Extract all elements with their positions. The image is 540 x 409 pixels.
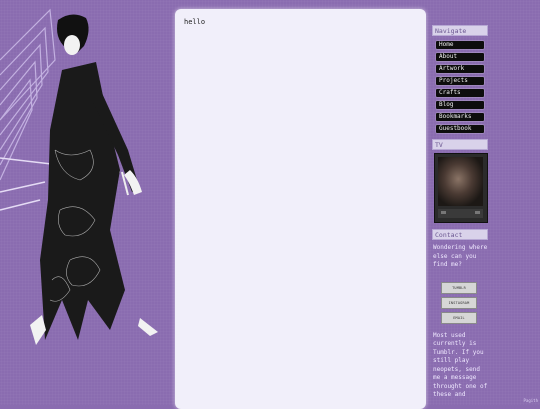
nav-item-guestbook[interactable]: Guestbook (436, 125, 484, 133)
main-content-text: hello (184, 18, 206, 26)
corner-credit: Pagith (523, 398, 538, 403)
nav-item-bookmarks[interactable]: Bookmarks (436, 113, 484, 121)
contact-text: Wondering where else can you find me? (433, 244, 488, 268)
tv-knob-icon (475, 211, 480, 214)
nav-item-home[interactable]: Home (436, 41, 484, 49)
navigate-heading: Navigate (432, 25, 488, 36)
instagram-button[interactable]: INSTAGRAM (441, 296, 477, 309)
tv-screen (438, 157, 483, 206)
nav-item-about[interactable]: About (436, 53, 484, 61)
tv-knob-icon (441, 211, 446, 214)
tv-image (434, 153, 488, 223)
email-button[interactable]: EMAIL (441, 311, 477, 324)
sidebar: Navigate Home About Artwork Projects Cra… (432, 25, 488, 400)
fashion-illustration (0, 8, 158, 345)
tumblr-button[interactable]: TUMBLR (441, 281, 477, 294)
contact-heading: Contact (432, 229, 488, 240)
main-content-panel: hello (175, 9, 426, 409)
nav-item-crafts[interactable]: Crafts (436, 89, 484, 97)
nav-item-blog[interactable]: Blog (436, 101, 484, 109)
contact-note-text: Most used currently is Tumblr. If you st… (433, 331, 488, 399)
nav-list: Home About Artwork Projects Crafts Blog … (432, 41, 488, 133)
contact-buttons: TUMBLR INSTAGRAM EMAIL (432, 281, 488, 324)
nav-item-artwork[interactable]: Artwork (436, 65, 484, 73)
tv-heading: TV (432, 139, 488, 150)
nav-item-projects[interactable]: Projects (436, 77, 484, 85)
